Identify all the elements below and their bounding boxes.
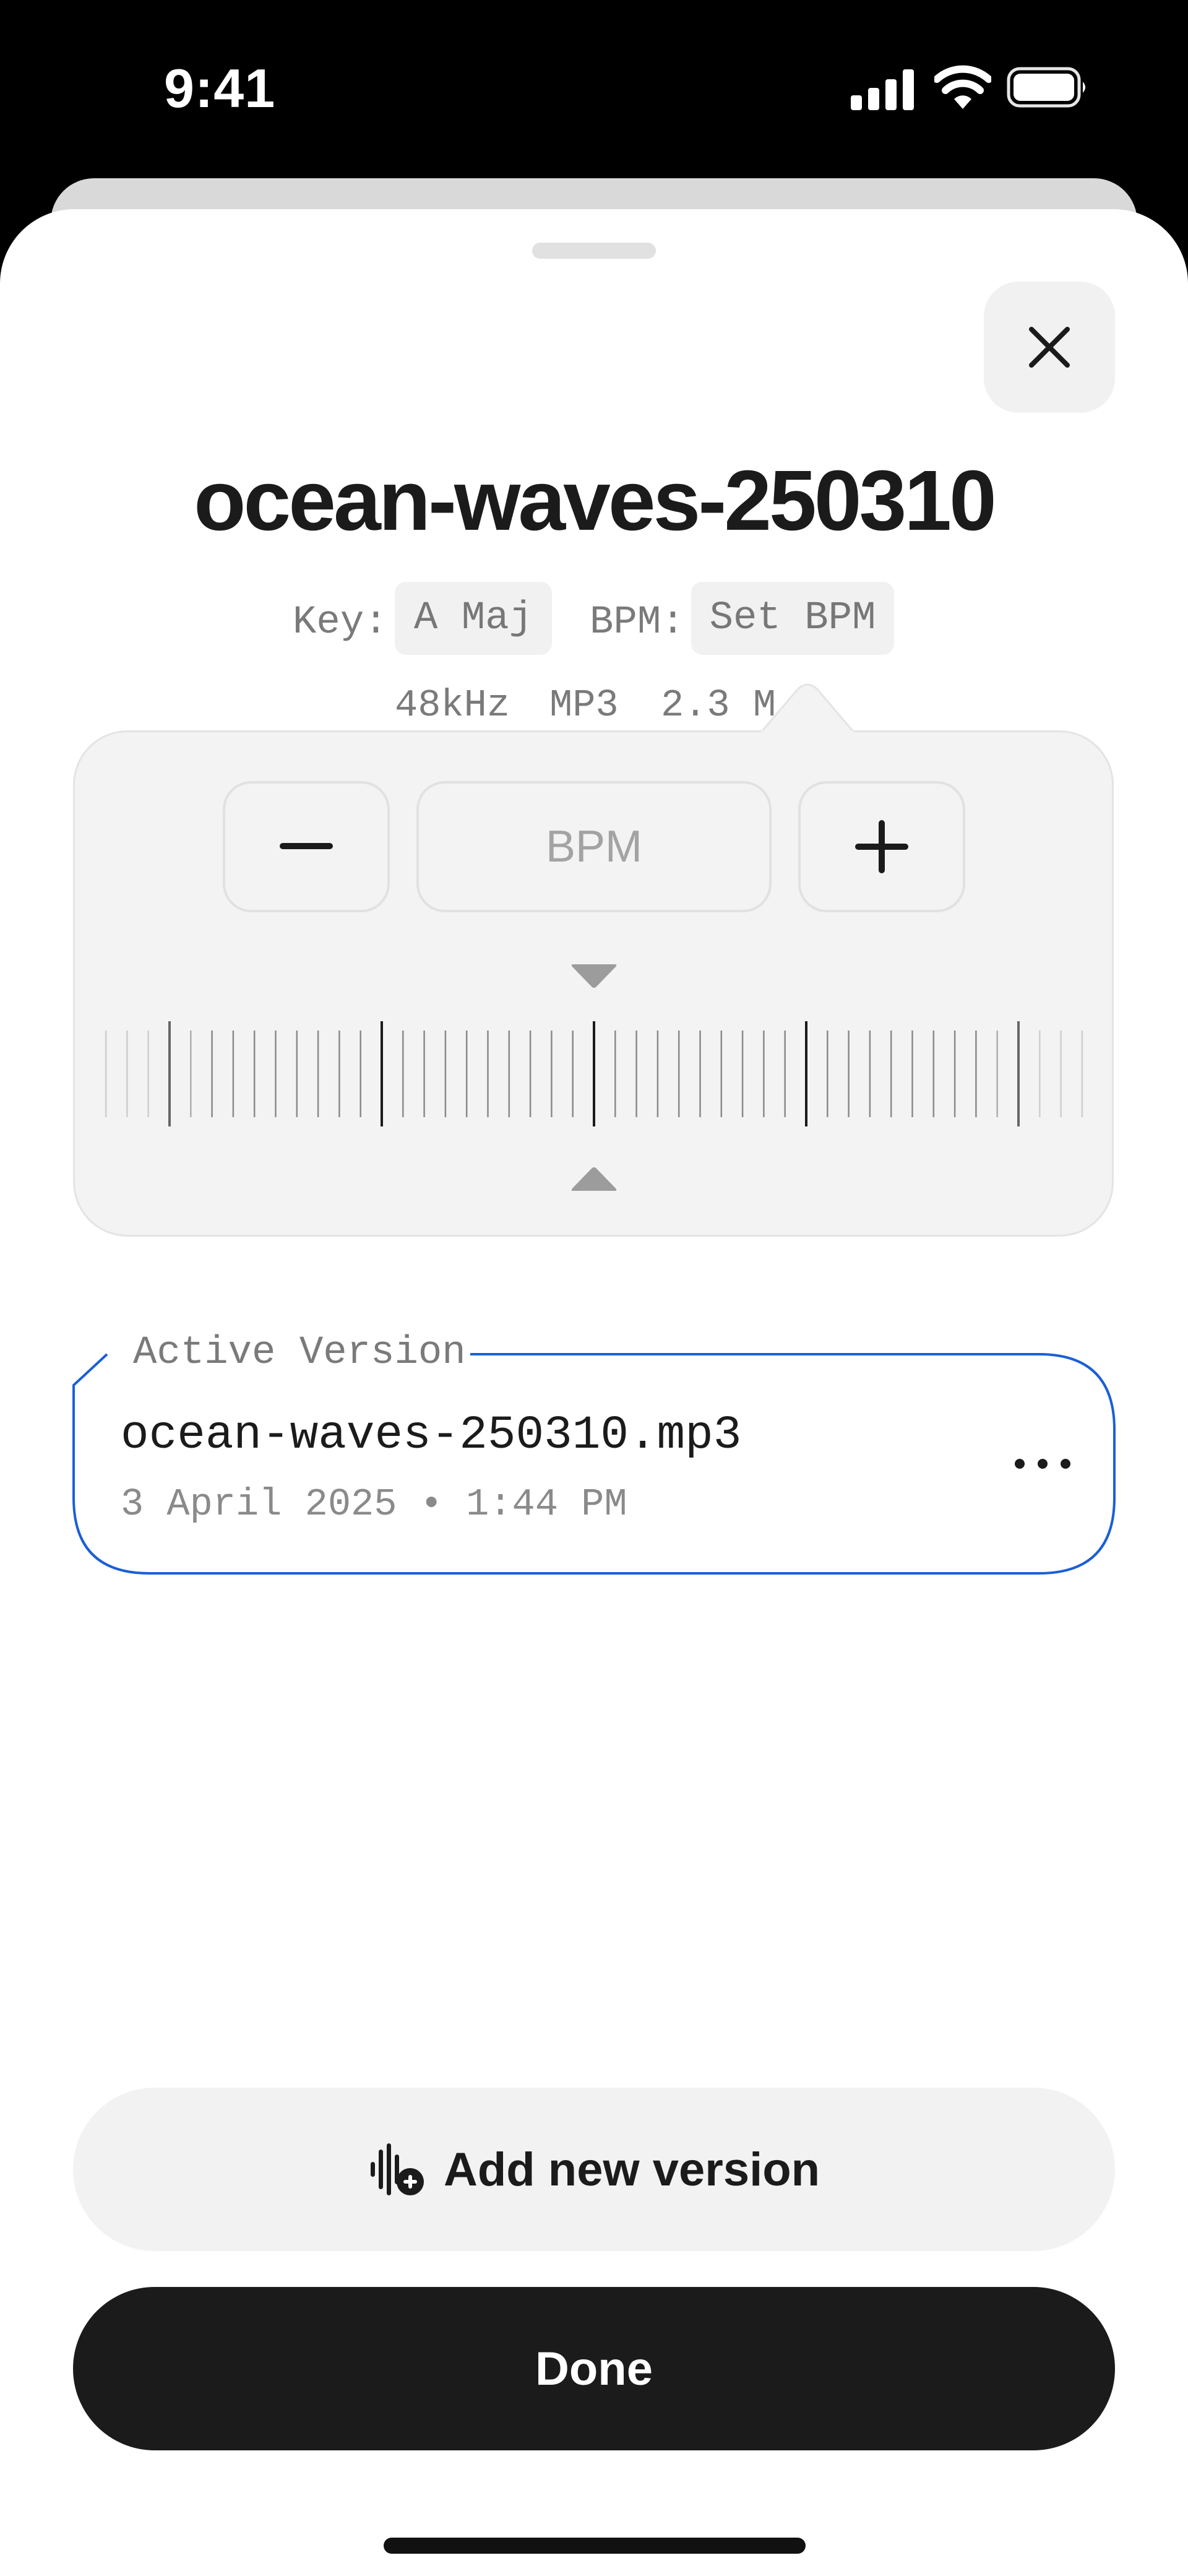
key-label: Key: — [293, 600, 388, 645]
more-dot-icon — [1038, 1459, 1048, 1469]
version-date: 3 April 2025 • 1:44 PM — [121, 1482, 627, 1526]
popover-arrow — [761, 683, 854, 733]
bpm-ruler[interactable] — [99, 1015, 1089, 1133]
sheet-grabber[interactable] — [532, 243, 656, 259]
add-new-version-label: Add new version — [443, 2143, 820, 2196]
key-chip[interactable]: A Maj — [395, 582, 552, 655]
done-button[interactable]: Done — [73, 2287, 1115, 2450]
file-format: MP3 — [549, 683, 619, 727]
add-new-version-button[interactable]: Add new version — [73, 2088, 1115, 2251]
close-icon — [1029, 327, 1070, 368]
track-title: ocean-waves-250310 — [194, 453, 997, 548]
bpm-input-placeholder: BPM — [545, 822, 643, 871]
bpm-chip[interactable]: Set BPM — [691, 582, 894, 655]
plus-icon — [855, 820, 908, 873]
waveform-plus-icon — [370, 2143, 424, 2195]
bpm-increment-button[interactable] — [798, 781, 965, 912]
home-indicator — [384, 2538, 806, 2554]
more-dot-icon — [1015, 1459, 1025, 1469]
more-options-button[interactable] — [1015, 1442, 1070, 1485]
wifi-icon — [934, 65, 991, 109]
sample-rate: 48kHz — [395, 683, 510, 727]
done-label: Done — [535, 2342, 653, 2395]
minus-icon — [280, 843, 333, 849]
active-version-legend: Active Version — [133, 1331, 466, 1375]
version-file-name: ocean-waves-250310.mp3 — [121, 1409, 742, 1462]
close-button[interactable] — [984, 282, 1115, 413]
battery-icon — [1007, 67, 1085, 108]
more-dot-icon — [1061, 1459, 1070, 1469]
bpm-label: BPM: — [590, 600, 685, 645]
file-size: 2.3 M — [661, 683, 777, 727]
bpm-decrement-button[interactable] — [223, 781, 390, 912]
cellular-signal-icon — [851, 69, 914, 110]
bpm-input[interactable]: BPM — [416, 781, 772, 912]
ruler-pointer-top-icon — [571, 964, 617, 988]
ruler-pointer-bottom-icon — [571, 1167, 617, 1191]
status-time: 9:41 — [164, 58, 276, 119]
